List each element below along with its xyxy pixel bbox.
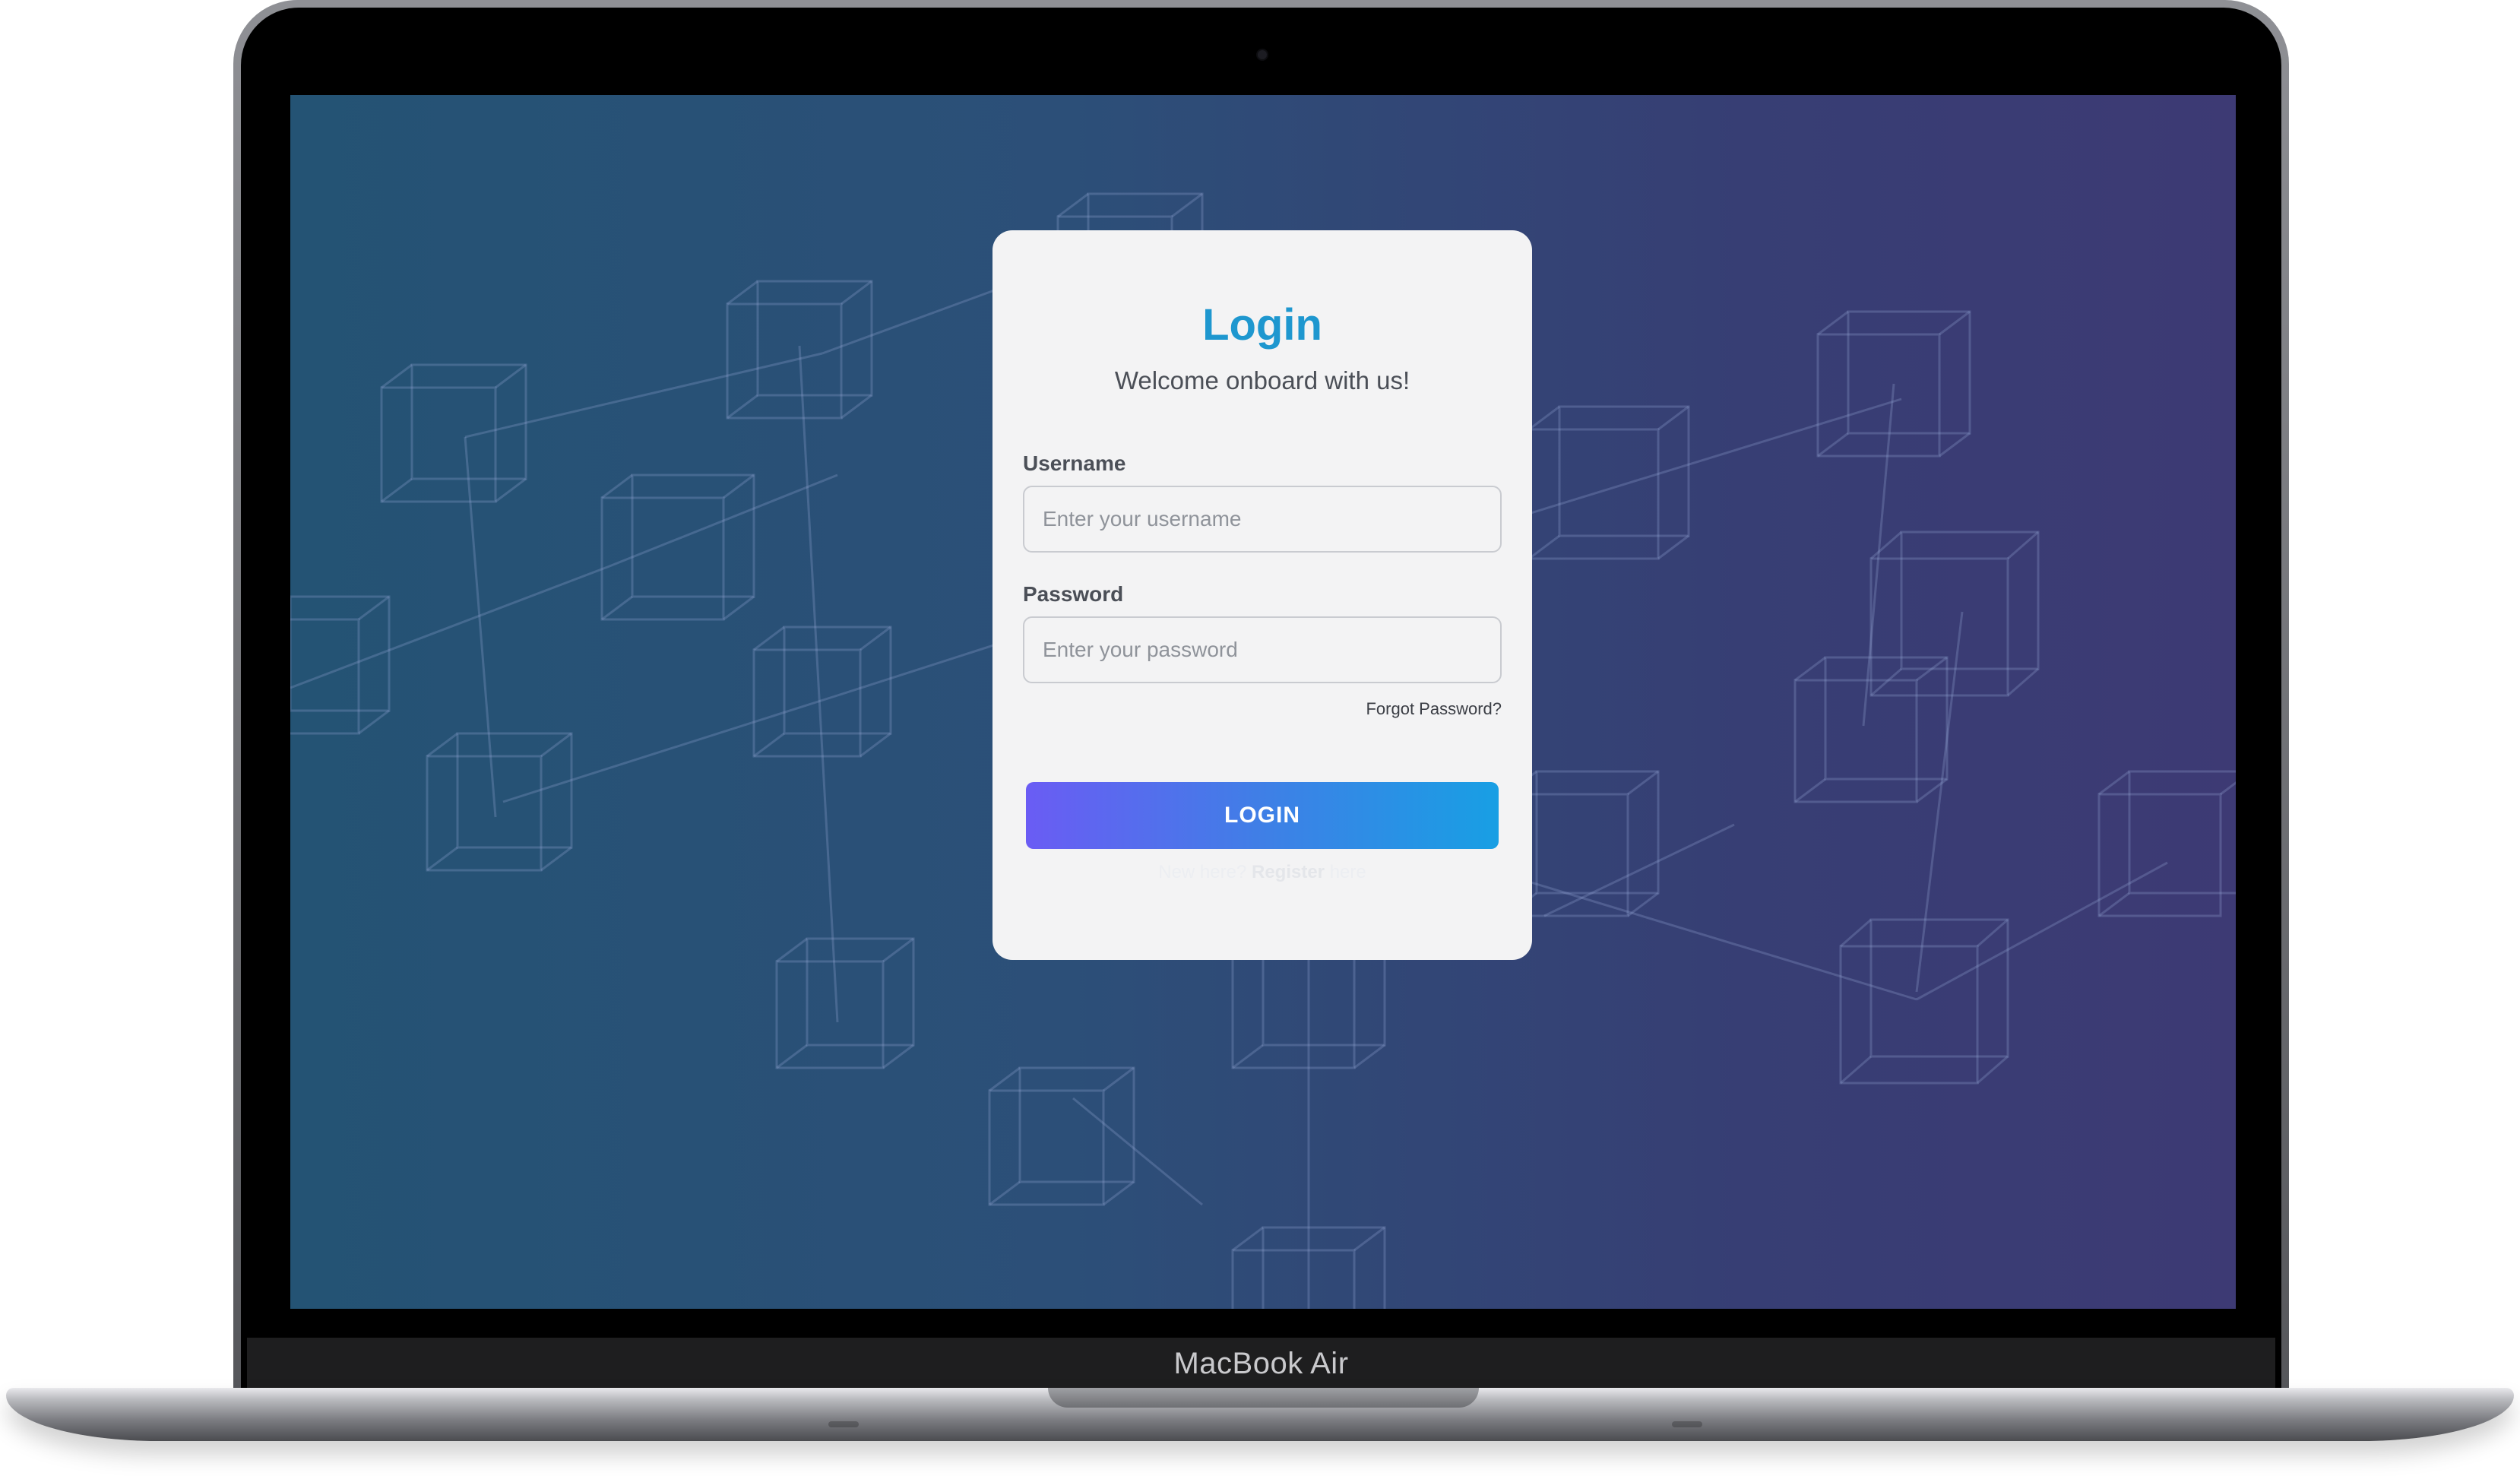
- password-label: Password: [1023, 582, 1124, 606]
- register-prompt: New here? Register here: [992, 861, 1532, 884]
- login-card: Login Welcome onboard with us! Username …: [992, 230, 1532, 960]
- laptop-foot: [1672, 1421, 1702, 1427]
- laptop-foot: [828, 1421, 859, 1427]
- laptop-frame: Login Welcome onboard with us! Username …: [0, 0, 2520, 1476]
- login-title: Login: [1202, 300, 1322, 350]
- forgot-password-link[interactable]: Forgot Password?: [1366, 698, 1502, 720]
- username-input[interactable]: [1023, 486, 1502, 553]
- register-link[interactable]: Register: [1252, 862, 1325, 882]
- register-suffix: here: [1329, 862, 1366, 882]
- register-prefix: New here?: [1158, 862, 1247, 882]
- device-brand-label: MacBook Air: [1173, 1347, 1349, 1380]
- login-screen: Login Welcome onboard with us! Username …: [290, 95, 2236, 1309]
- username-label: Username: [1023, 451, 1126, 475]
- login-subtitle: Welcome onboard with us!: [1114, 366, 1410, 394]
- camera-icon: [1258, 50, 1267, 59]
- password-input[interactable]: [1023, 616, 1502, 683]
- laptop-opening-notch: [1048, 1388, 1479, 1408]
- login-button[interactable]: LOGIN: [1026, 782, 1499, 849]
